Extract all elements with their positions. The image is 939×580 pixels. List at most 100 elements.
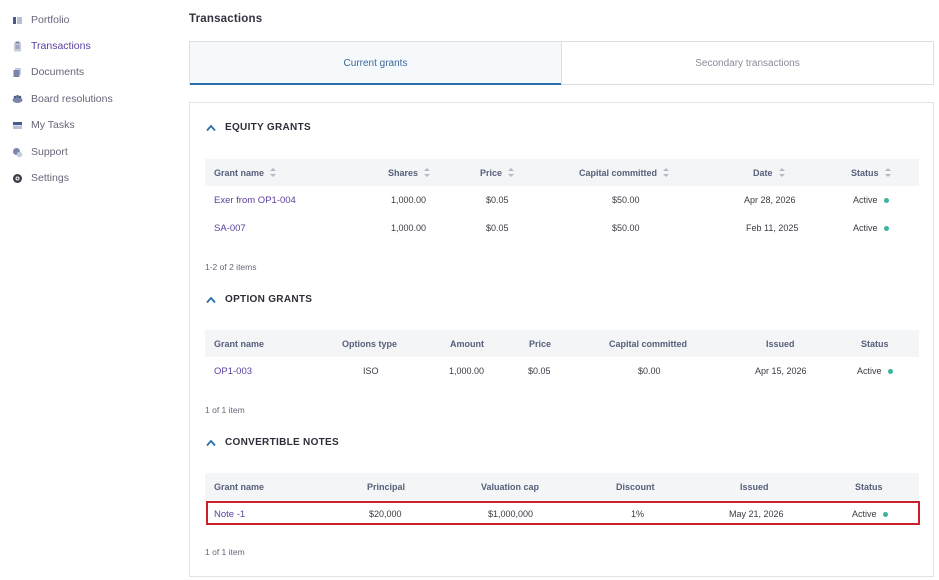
shares-cell: 1,000.00 <box>390 195 426 205</box>
sidebar-item-documents[interactable]: Documents <box>12 62 84 82</box>
chevron-up-icon <box>206 439 216 446</box>
grant-name-link[interactable]: Exer from OP1-004 <box>214 186 296 214</box>
status-badge: Active <box>853 186 889 214</box>
clipboard-icon <box>12 41 23 52</box>
col-amount[interactable]: Amount <box>450 330 484 357</box>
equity-table-header: Grant name Shares Price Capital committe… <box>205 159 919 186</box>
status-label: Active <box>857 366 882 376</box>
tab-bar: Current grants Secondary transactions <box>189 41 934 85</box>
col-grant-name[interactable]: Grant name <box>214 473 264 500</box>
equity-grants-toggle[interactable]: EQUITY GRANTS <box>206 122 311 133</box>
col-price[interactable]: Price <box>480 159 515 186</box>
issued-cell: Apr 15, 2026 <box>755 366 807 376</box>
col-status[interactable]: Status <box>861 330 889 357</box>
col-capital-committed[interactable]: Capital committed <box>609 330 687 357</box>
sort-icon[interactable] <box>884 168 891 177</box>
board-icon <box>12 94 23 105</box>
col-principal[interactable]: Principal <box>367 473 405 500</box>
tab-secondary-transactions[interactable]: Secondary transactions <box>561 42 933 84</box>
col-grant-name[interactable]: Grant name <box>214 330 264 357</box>
sort-icon[interactable] <box>508 168 515 177</box>
col-date[interactable]: Date <box>753 159 785 186</box>
section-title: OPTION GRANTS <box>225 294 313 305</box>
sidebar-item-label: Transactions <box>31 40 91 52</box>
grant-name-link[interactable]: SA-007 <box>214 214 246 242</box>
options-type-cell: ISO <box>363 366 379 376</box>
shares-cell: 1,000.00 <box>390 223 426 233</box>
col-issued[interactable]: Issued <box>740 473 769 500</box>
sidebar: Portfolio Transactions Documents Board r… <box>0 0 175 580</box>
sidebar-item-label: My Tasks <box>31 119 75 131</box>
tab-current-grants[interactable]: Current grants <box>190 42 561 85</box>
sidebar-item-label: Board resolutions <box>31 93 113 105</box>
grant-name-link[interactable]: OP1-003 <box>214 357 252 385</box>
sidebar-item-transactions[interactable]: Transactions <box>12 36 91 56</box>
options-table-header: Grant name Options type Amount Price Cap… <box>205 330 919 357</box>
header-label: Shares <box>388 167 419 178</box>
sidebar-item-label: Settings <box>31 172 69 184</box>
highlight-box <box>206 501 920 525</box>
portfolio-icon <box>12 15 23 26</box>
sidebar-item-settings[interactable]: Settings <box>12 168 69 188</box>
col-shares[interactable]: Shares <box>388 159 431 186</box>
header-label: Status <box>851 167 879 178</box>
status-dot-icon <box>883 225 889 231</box>
header-label: Grant name <box>214 167 265 178</box>
capital-cell: $0.00 <box>638 366 661 376</box>
sidebar-item-board-resolutions[interactable]: Board resolutions <box>12 89 113 109</box>
pagination-count: 1 of 1 item <box>205 405 245 415</box>
tasks-icon <box>12 120 23 131</box>
table-row: OP1-003 ISO 1,000.00 $0.05 $0.00 Apr 15,… <box>205 357 919 385</box>
notes-table-header: Grant name Principal Valuation cap Disco… <box>205 473 919 500</box>
status-badge: Active <box>857 357 893 385</box>
col-discount[interactable]: Discount <box>616 473 655 500</box>
price-cell: $0.05 <box>486 195 509 205</box>
date-cell: Apr 28, 2026 <box>744 195 796 205</box>
sidebar-item-portfolio[interactable]: Portfolio <box>12 10 70 30</box>
status-dot-icon <box>887 368 893 374</box>
status-label: Active <box>853 223 878 233</box>
col-price[interactable]: Price <box>529 330 551 357</box>
col-issued[interactable]: Issued <box>766 330 795 357</box>
section-title: CONVERTIBLE NOTES <box>225 437 339 448</box>
pagination-count: 1-2 of 2 items <box>205 262 257 272</box>
page-title: Transactions <box>189 13 263 25</box>
col-grant-name[interactable]: Grant name <box>214 159 277 186</box>
sidebar-item-support[interactable]: Support <box>12 142 68 162</box>
col-status[interactable]: Status <box>851 159 891 186</box>
amount-cell: 1,000.00 <box>449 366 485 376</box>
date-cell: Feb 11, 2025 <box>746 223 799 233</box>
price-cell: $0.05 <box>486 223 509 233</box>
pagination-count: 1 of 1 item <box>205 547 245 557</box>
sidebar-item-label: Support <box>31 146 68 158</box>
sort-icon[interactable] <box>424 168 431 177</box>
support-icon <box>12 147 23 158</box>
header-label: Date <box>753 167 773 178</box>
header-label: Price <box>480 167 503 178</box>
option-grants-toggle[interactable]: OPTION GRANTS <box>206 294 312 305</box>
capital-cell: $50.00 <box>612 195 640 205</box>
grants-panel: EQUITY GRANTS Grant name Shares Price Ca… <box>189 102 934 577</box>
col-status[interactable]: Status <box>855 473 883 500</box>
status-label: Active <box>853 195 878 205</box>
table-row: Exer from OP1-004 1,000.00 $0.05 $50.00 … <box>205 186 919 214</box>
gear-icon <box>12 173 23 184</box>
convertible-notes-toggle[interactable]: CONVERTIBLE NOTES <box>206 437 339 448</box>
sort-icon[interactable] <box>663 168 670 177</box>
sort-icon[interactable] <box>778 168 785 177</box>
section-title: EQUITY GRANTS <box>225 122 311 133</box>
status-badge: Active <box>853 214 889 242</box>
col-capital-committed[interactable]: Capital committed <box>579 159 670 186</box>
col-options-type[interactable]: Options type <box>342 330 397 357</box>
col-valuation-cap[interactable]: Valuation cap <box>481 473 539 500</box>
documents-icon <box>12 67 23 78</box>
chevron-up-icon <box>206 124 216 131</box>
sidebar-item-label: Documents <box>31 66 85 78</box>
header-label: Capital committed <box>579 167 658 178</box>
sort-icon[interactable] <box>270 168 277 177</box>
sidebar-item-my-tasks[interactable]: My Tasks <box>12 115 75 135</box>
chevron-up-icon <box>206 296 216 303</box>
table-row: SA-007 1,000.00 $0.05 $50.00 Feb 11, 202… <box>205 214 919 242</box>
status-dot-icon <box>883 197 889 203</box>
price-cell: $0.05 <box>528 366 551 376</box>
